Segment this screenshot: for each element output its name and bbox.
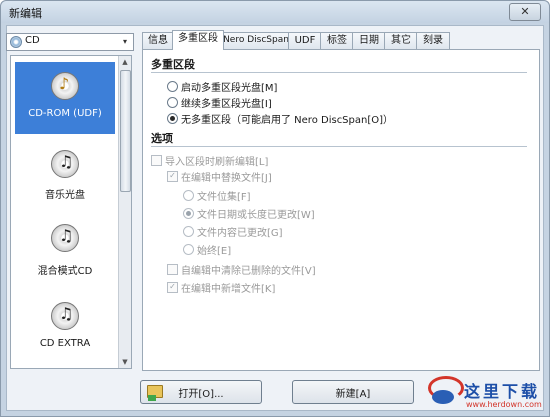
tab-multisession[interactable]: 多重区段	[172, 30, 224, 50]
tab-label: 其它	[391, 35, 411, 46]
list-item-label: 混合模式CD	[37, 266, 93, 277]
list-item-label: 音乐光盘	[45, 190, 85, 201]
tab-nero-discspan[interactable]: Nero DiscSpan	[222, 32, 290, 49]
close-icon: ✕	[520, 5, 530, 18]
list-item-cd-rom-udf[interactable]: ♪ CD-ROM (UDF) ▸	[15, 62, 126, 134]
title-bar[interactable]: 新编辑 ✕	[1, 1, 549, 23]
tab-label: 信息	[148, 35, 168, 46]
radio-start-multisession[interactable]	[167, 81, 178, 92]
options-heading: 选项	[151, 132, 173, 145]
scrollbar-thumb[interactable]	[120, 70, 131, 192]
list-item-music-disc[interactable]: ♫ 音乐光盘	[15, 140, 115, 212]
new-button[interactable]: 新建[A]	[292, 380, 414, 404]
checkbox-label: 导入区段时刷新编辑[L]	[165, 157, 269, 168]
radio-label: 继续多重区段光盘[I]	[181, 99, 272, 110]
list-item-label: CD-ROM (UDF)	[28, 108, 102, 119]
chevron-down-icon[interactable]: ▾	[119, 35, 131, 48]
checkbox-label: 在编辑中新增文件[K]	[181, 284, 276, 295]
checkbox-label: 自编辑中清除已删除的文件[V]	[181, 266, 316, 277]
radio-file-bitset[interactable]	[183, 190, 194, 201]
disc-type-value: CD	[25, 35, 40, 46]
music-disc-icon-glyph: ♫	[59, 152, 74, 171]
radio-no-multisession[interactable]	[167, 113, 178, 124]
tab-burn[interactable]: 刻录	[416, 32, 450, 49]
radio-label: 始终[E]	[197, 246, 232, 257]
mixed-mode-cd-icon-glyph: ♫	[59, 226, 74, 245]
radio-label: 文件位集[F]	[197, 192, 251, 203]
radio-label: 启动多重区段光盘[M]	[181, 83, 278, 94]
tab-udf[interactable]: UDF	[288, 32, 322, 49]
open-button-label: 打开[O]...	[178, 389, 224, 400]
tab-label-settings[interactable]: 标签	[320, 32, 354, 49]
radio-content-changed[interactable]	[183, 226, 194, 237]
checkbox-remove-deleted[interactable]	[167, 264, 178, 275]
tab-info[interactable]: 信息	[142, 32, 174, 49]
radio-label: 无多重区段（可能启用了 Nero DiscSpan[O]）	[181, 115, 394, 126]
checkbox-new-in-edit[interactable]: ✓	[167, 282, 178, 293]
disc-type-select[interactable]: CD ▾	[6, 33, 134, 51]
compilation-type-list: ♪ CD-ROM (UDF) ▸ ♫ 音乐光盘 ♫ 混合模式CD ♫ CD EX…	[10, 55, 132, 369]
radio-label: 文件内容已更改[G]	[197, 228, 283, 239]
radio-label: 文件日期或长度已更改[W]	[197, 210, 315, 221]
close-button[interactable]: ✕	[509, 3, 541, 21]
list-item-cd-extra[interactable]: ♫ CD EXTRA	[15, 292, 115, 364]
radio-continue-multisession[interactable]	[167, 97, 178, 108]
list-item-mixed-mode-cd[interactable]: ♫ 混合模式CD	[15, 214, 115, 286]
watermark-logo-icon	[426, 376, 464, 406]
open-button[interactable]: 打开[O]...	[140, 380, 262, 404]
disc-icon	[10, 36, 22, 48]
scroll-down-icon[interactable]: ▼	[119, 356, 131, 368]
checkbox-label: 在编辑中替换文件[J]	[181, 173, 272, 184]
list-item-label: CD EXTRA	[39, 338, 91, 349]
radio-always[interactable]	[183, 244, 194, 255]
tab-label: 标签	[327, 35, 347, 46]
watermark: 这里下载 www.herdown.com	[422, 372, 548, 414]
list-scrollbar[interactable]: ▲ ▼	[118, 56, 131, 368]
multisession-heading: 多重区段	[151, 58, 195, 71]
cd-extra-icon-glyph: ♫	[59, 304, 74, 323]
cd-rom-icon-glyph: ♪	[59, 74, 70, 93]
tab-panel-multisession: 多重区段 启动多重区段光盘[M] 继续多重区段光盘[I] 无多重区段（可能启用了…	[142, 49, 540, 371]
window-title: 新编辑	[9, 7, 42, 20]
checkbox-import-refresh[interactable]	[151, 155, 162, 166]
tab-label: 多重区段	[178, 33, 218, 44]
checkbox-replace-in-edit[interactable]: ✓	[167, 171, 178, 182]
tab-label: 日期	[359, 35, 379, 46]
tab-dates[interactable]: 日期	[352, 32, 386, 49]
section-divider	[151, 146, 527, 147]
radio-date-or-length-changed[interactable]	[183, 208, 194, 219]
tab-label: 刻录	[423, 35, 443, 46]
scroll-up-icon[interactable]: ▲	[119, 56, 131, 68]
tab-label: Nero DiscSpan	[223, 35, 289, 45]
watermark-text: 这里下载	[464, 382, 541, 401]
tab-label: UDF	[294, 35, 316, 46]
tab-misc[interactable]: 其它	[384, 32, 418, 49]
watermark-url: www.herdown.com	[466, 400, 542, 409]
section-divider	[151, 72, 527, 73]
new-button-label: 新建[A]	[335, 389, 371, 400]
